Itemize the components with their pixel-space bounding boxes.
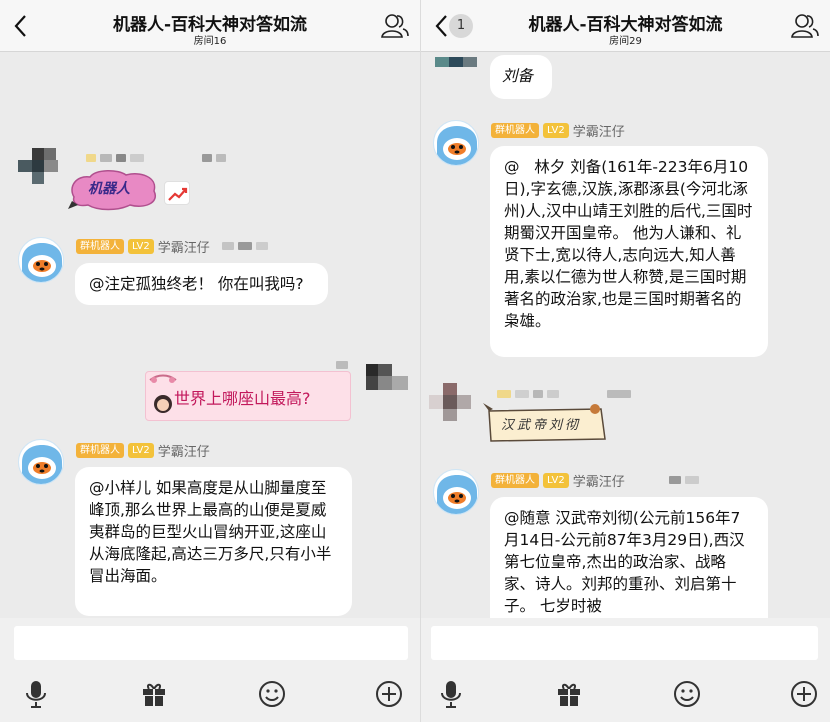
voice-button[interactable] [435, 678, 467, 710]
message-meta: 群机器人 LV2 学霸汪仔 [76, 441, 210, 460]
dog-avatar-icon [22, 243, 62, 282]
gift-icon [558, 683, 580, 706]
avatar[interactable] [435, 53, 485, 71]
dog-avatar-icon [22, 445, 62, 484]
group-bot-tag: 群机器人 [491, 122, 539, 138]
message-bubble[interactable]: 刘备 [490, 55, 552, 99]
input-bar [421, 618, 830, 666]
level-badge: LV2 [543, 472, 569, 488]
plus-circle-icon [791, 681, 817, 707]
message-meta: 群机器人 LV2 学霸汪仔 [491, 471, 699, 490]
avatar[interactable] [18, 148, 62, 192]
message-meta: 群机器人 LV2 学霸汪仔 [491, 121, 625, 140]
sender-nick: 学霸汪仔 [572, 474, 625, 490]
sender-nick: 学霸汪仔 [157, 444, 210, 460]
group-members-icon [791, 14, 819, 38]
plus-circle-icon [376, 681, 402, 707]
sticker-text: 汉武帝刘彻 [501, 418, 582, 433]
group-bot-tag: 群机器人 [76, 238, 124, 254]
input-bar [0, 618, 420, 666]
level-badge: LV2 [128, 442, 154, 458]
sticker-text: 机器人 [88, 181, 130, 197]
bot-avatar[interactable] [433, 469, 479, 515]
message-input[interactable] [14, 626, 408, 660]
message-bubble[interactable]: @小样儿 如果高度是从山脚量度至峰顶,那么世界上最高的山便是夏威夷群岛的巨型火山… [75, 467, 352, 616]
sticker-message[interactable]: 汉武帝刘彻 [483, 401, 611, 445]
sender-name-blurred [86, 149, 226, 167]
more-button[interactable] [788, 678, 820, 710]
message-bubble[interactable]: @随意 汉武帝刘彻(公元前156年7月14日-公元前87年3月29日),西汉第七… [490, 497, 768, 618]
message-bubble[interactable]: @注定孤独终老！ 你在叫我吗? [75, 263, 328, 305]
sticker-robot[interactable]: 机器人 [68, 167, 160, 211]
message-bubble-pink[interactable]: 世界上哪座山最高? [145, 371, 351, 421]
toolbar [421, 666, 830, 722]
message-bubble[interactable]: @ 林夕 刘备(161年-223年6月10日),字玄德,汉族,涿郡涿县(今河北涿… [490, 146, 768, 357]
room-label: 房间29 [609, 36, 642, 47]
emoji-button[interactable] [671, 678, 703, 710]
gift-button[interactable] [553, 678, 585, 710]
message-input[interactable] [431, 626, 818, 660]
microphone-icon [26, 681, 46, 708]
microphone-icon [441, 681, 461, 708]
trend-sticker-icon [164, 181, 190, 205]
chat-window-right: 1 机器人-百科大神对答如流 房间29 刘备 群机器人 LV2 学霸汪仔 @ 林… [421, 0, 830, 722]
bot-avatar[interactable] [18, 237, 64, 283]
room-label: 房间16 [193, 36, 227, 47]
group-bot-tag: 群机器人 [76, 442, 124, 458]
sender-nick: 学霸汪仔 [572, 124, 625, 140]
chat-window-left: 机器人-百科大神对答如流 房间16 机器人 群机器人 LV2 学霸汪仔 @注定孤… [0, 0, 420, 722]
emoji-icon [259, 681, 285, 707]
members-button[interactable] [790, 12, 820, 40]
nav-bar: 机器人-百科大神对答如流 房间16 [0, 0, 420, 52]
bot-avatar[interactable] [18, 439, 64, 485]
members-button[interactable] [380, 12, 410, 40]
gift-button[interactable] [138, 678, 170, 710]
toolbar [0, 666, 420, 722]
more-button[interactable] [373, 678, 405, 710]
group-bot-tag: 群机器人 [491, 472, 539, 488]
message-list[interactable]: 刘备 群机器人 LV2 学霸汪仔 @ 林夕 刘备(161年-223年6月10日)… [421, 53, 830, 618]
emoji-icon [674, 681, 700, 707]
emoji-button[interactable] [256, 678, 288, 710]
gift-icon [143, 683, 165, 706]
nav-bar: 1 机器人-百科大神对答如流 房间29 [421, 0, 830, 52]
message-text: 世界上哪座山最高? [174, 389, 311, 408]
dog-avatar-icon [437, 475, 477, 514]
message-list[interactable]: 机器人 群机器人 LV2 学霸汪仔 @注定孤独终老！ 你在叫我吗? 世界上哪座山… [0, 53, 420, 618]
level-badge: LV2 [543, 122, 569, 138]
dog-avatar-icon [437, 126, 477, 165]
sender-nick: 学霸汪仔 [157, 240, 210, 256]
bot-avatar[interactable] [433, 120, 479, 166]
group-members-icon [381, 14, 409, 38]
voice-button[interactable] [20, 678, 52, 710]
avatar[interactable] [429, 379, 479, 425]
level-badge: LV2 [128, 238, 154, 254]
message-meta: 群机器人 LV2 学霸汪仔 [76, 237, 268, 256]
avatar[interactable] [366, 358, 420, 404]
